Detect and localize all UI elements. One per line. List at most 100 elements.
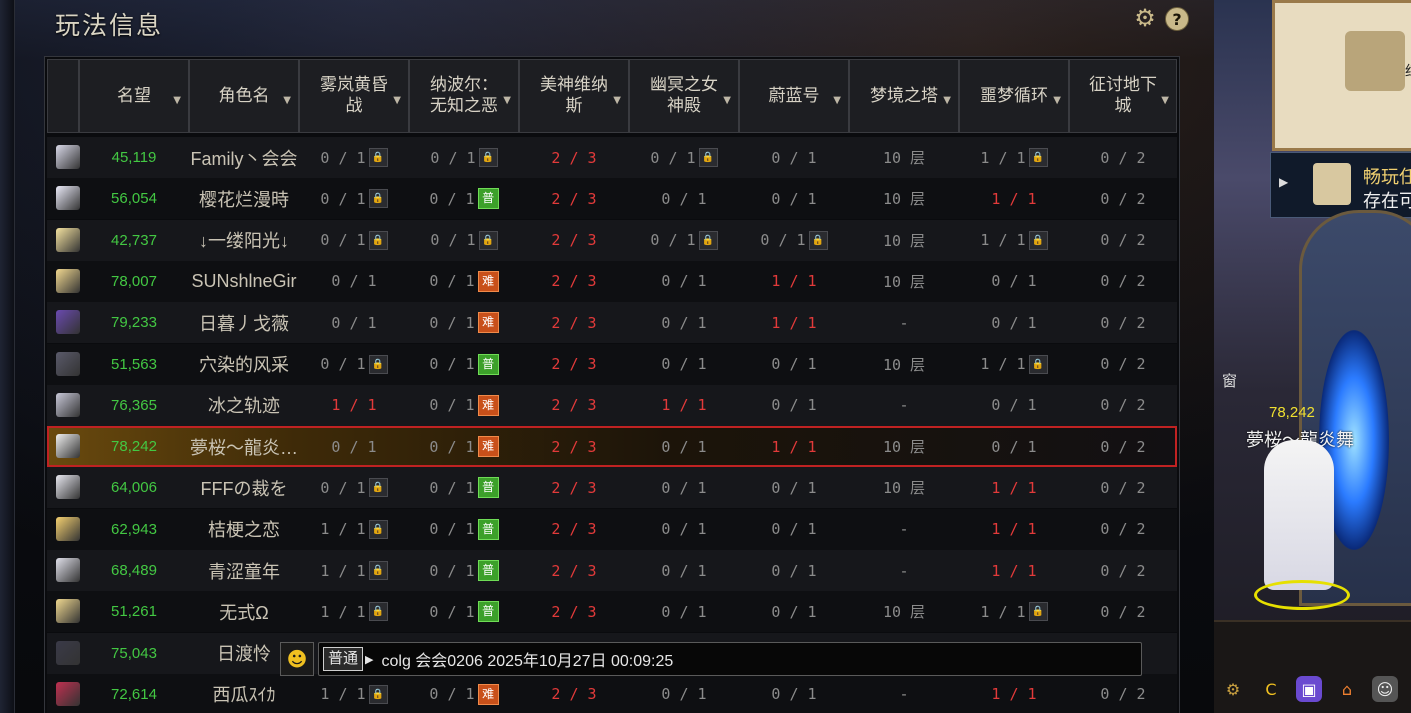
column-header-3[interactable]: 雾岚黄昏战 ▼ <box>299 59 409 133</box>
column-header-1[interactable]: 名望 ▼ <box>79 59 189 133</box>
progress-cell: 0 / 1 <box>959 426 1069 467</box>
progress-cell: 0 / 1 <box>629 261 739 302</box>
quest-notice[interactable]: ▶ 畅玩任 存在可 <box>1270 152 1411 218</box>
column-header-label: 角色名 <box>218 85 270 106</box>
fame-value: 78,007 <box>111 272 157 290</box>
progress-text: 0 / 1 <box>429 272 475 291</box>
progress-text: 2 / 3 <box>551 396 597 415</box>
lock-icon: 🔒 <box>1028 602 1048 622</box>
help-icon[interactable]: ? <box>1165 7 1189 31</box>
lock-icon: 🔒 <box>368 354 388 374</box>
progress-cell: 0 / 2 <box>1069 178 1177 219</box>
column-header-label: 征讨地下城 <box>1089 75 1157 116</box>
sort-arrow-icon[interactable]: ▼ <box>1161 90 1169 111</box>
progress-text: 1 / 1 <box>320 520 366 539</box>
sort-arrow-icon[interactable]: ▼ <box>503 90 511 111</box>
column-header-label: 梦境之塔 <box>870 85 938 106</box>
column-header-5[interactable]: 美神维纳斯 ▼ <box>519 59 629 133</box>
table-row[interactable]: 51,563 穴染的风采 0 / 1 🔒 0 / 1普2 / 30 / 10 / 1 10… <box>47 343 1177 385</box>
progress-cell: 2 / 3 <box>519 467 629 508</box>
sort-arrow-icon[interactable]: ▼ <box>943 90 951 111</box>
sort-arrow-icon[interactable]: ▼ <box>613 90 621 111</box>
fame-value: 75,043 <box>111 644 157 662</box>
column-header-6[interactable]: 幽冥之女神殿 ▼ <box>629 59 739 133</box>
progress-text: 0 / 1 <box>661 685 707 704</box>
progress-text: 0 / 1 <box>771 685 817 704</box>
fame-value: 79,233 <box>111 314 157 332</box>
column-header-7[interactable]: 蔚蓝号 ▼ <box>739 59 849 133</box>
coin-icon[interactable]: C <box>1258 676 1284 702</box>
progress-text: 0 / 1 <box>650 148 696 167</box>
progress-cell: 0 / 1普 <box>409 178 519 219</box>
progress-text: 1 / 1 <box>771 272 817 291</box>
table-row[interactable]: 78,242 夢桜～龍炎… 0 / 10 / 1难2 / 30 / 11 / 1 10… <box>47 426 1177 468</box>
chat-message-bar[interactable]: 普通 ▶ colg 会会0206 2025年10月27日 00:09:25 <box>318 642 1142 676</box>
progress-text: 0 / 1 <box>430 231 476 250</box>
progress-text: 0 / 1 <box>331 313 377 332</box>
sort-arrow-icon[interactable]: ▼ <box>723 90 731 111</box>
sort-arrow-icon[interactable]: ▼ <box>173 90 181 111</box>
character-avatar <box>56 640 80 665</box>
progress-cell: 0 / 1普 <box>409 509 519 550</box>
progress-text: 0 / 1 <box>991 437 1037 456</box>
gear-icon[interactable]: ⚙ <box>1134 4 1156 32</box>
progress-text: 0 / 1 <box>771 478 817 497</box>
progress-cell: 0 / 1 <box>299 426 409 467</box>
table-row[interactable]: 56,054 樱花烂漫時 0 / 1 🔒 0 / 1普2 / 30 / 10 / 1 10… <box>47 178 1177 220</box>
progress-text: 0 / 2 <box>1100 189 1146 208</box>
table-row[interactable]: 68,489 青涩童年 1 / 1 🔒 0 / 1普2 / 30 / 10 / 1-1 … <box>47 550 1177 591</box>
gear-wheel-icon[interactable]: ⚙ <box>1220 676 1246 702</box>
progress-text: 1 / 1 <box>991 478 1037 497</box>
column-header-10[interactable]: 征讨地下城 ▼ <box>1069 59 1177 133</box>
fame-value: 68,489 <box>111 562 157 579</box>
table-row[interactable]: 62,943 桔梗之恋 1 / 1 🔒 0 / 1普2 / 30 / 10 / 1-1 … <box>47 508 1177 550</box>
minimap[interactable]: 红 <box>1272 0 1411 151</box>
progress-cell: 2 / 3 <box>519 302 629 343</box>
progress-text: 0 / 1 <box>661 313 707 332</box>
column-header-2[interactable]: 角色名 ▼ <box>189 59 299 133</box>
table-row[interactable]: 51,261 无式Ω 1 / 1 🔒 0 / 1普2 / 30 / 10 / 1 10 层… <box>47 591 1177 633</box>
table-row[interactable]: 78,007 SUNshlneGir 0 / 10 / 1难2 / 30 / 11 … <box>47 260 1177 302</box>
progress-cell: 0 / 2 <box>1069 302 1177 343</box>
home-icon[interactable]: ⌂ <box>1334 676 1360 702</box>
emoji-icon[interactable]: ☻ <box>280 642 314 676</box>
progress-text: 1 / 1 <box>991 561 1037 580</box>
column-header-8[interactable]: 梦境之塔 ▼ <box>849 59 959 133</box>
progress-text: - <box>899 313 909 332</box>
progress-text: 0 / 1 <box>650 231 696 250</box>
progress-cell: 0 / 1 <box>739 674 849 713</box>
lock-icon: 🔒 <box>1028 230 1048 250</box>
hard-difficulty-badge: 难 <box>477 394 499 416</box>
lock-icon: 🔒 <box>478 148 498 167</box>
progress-cell: 0 / 1 <box>739 509 849 550</box>
progress-cell: 2 / 3 <box>519 509 629 550</box>
character-avatar <box>56 434 80 459</box>
player-character[interactable] <box>1264 440 1334 590</box>
column-header-9[interactable]: 噩梦循环 ▼ <box>959 59 1069 133</box>
column-header-4[interactable]: 纳波尔：无知之恶 ▼ <box>409 59 519 133</box>
progress-cell: 0 / 1普 <box>409 344 519 385</box>
table-row[interactable]: 76,365 冰之轨迹 1 / 10 / 1难2 / 31 / 10 / 1-0 /… <box>47 384 1177 426</box>
hard-difficulty-badge: 难 <box>477 436 499 458</box>
progress-cell: 0 / 2 <box>1069 261 1177 302</box>
avatar-icon[interactable]: ☺ <box>1372 676 1398 702</box>
sort-arrow-icon[interactable]: ▼ <box>1053 90 1061 111</box>
character-name: 冰之轨迹 <box>208 396 280 417</box>
card-icon[interactable]: ▣ <box>1296 676 1322 702</box>
progress-cell: 2 / 3 <box>519 674 629 713</box>
lock-icon: 🔒 <box>368 602 388 622</box>
sort-arrow-icon[interactable]: ▼ <box>833 90 841 111</box>
character-avatar <box>56 351 80 376</box>
sort-arrow-icon[interactable]: ▼ <box>393 90 401 111</box>
progress-cell: 1 / 1 <box>959 674 1069 713</box>
table-row[interactable]: 42,737 ↓一缕阳光↓ 0 / 1 🔒 0 / 1 🔒 2 / 30 / 1 🔒 0 / 1… <box>47 219 1177 261</box>
progress-cell: 1 / 1 🔒 <box>299 674 409 713</box>
table-row[interactable]: 79,233 日暮丿戈薇 0 / 10 / 1难2 / 30 / 11 / 1-0 … <box>47 302 1177 344</box>
table-row[interactable]: 64,006 FFFの裁を 0 / 1 🔒 0 / 1普2 / 30 / 10 / 11… <box>47 467 1177 509</box>
character-avatar <box>56 475 80 500</box>
expand-arrow-icon[interactable]: ▶ <box>1279 175 1288 189</box>
sort-arrow-icon[interactable]: ▼ <box>283 90 291 111</box>
table-row[interactable]: 45,119 Family丶会会 0 / 1 🔒 0 / 1 🔒 2 / 30 / 1 🔒 0 … <box>47 137 1177 178</box>
character-name: ↓一缕阳光↓ <box>199 231 289 252</box>
table-row[interactable]: 72,614 西瓜ｽｲｶ 1 / 1 🔒 0 / 1难2 / 30 / 10 / 1-1… <box>47 673 1177 713</box>
